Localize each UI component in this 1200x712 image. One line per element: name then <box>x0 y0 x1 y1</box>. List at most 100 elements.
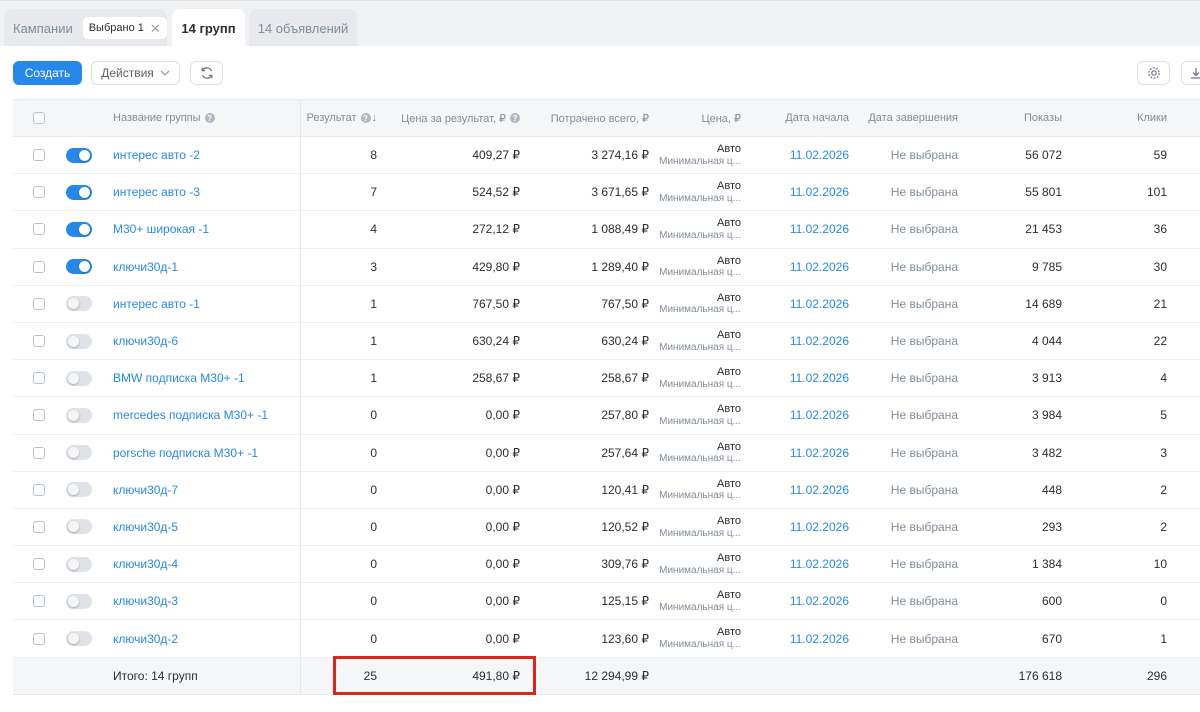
group-status-toggle[interactable] <box>66 407 92 423</box>
end-date-value[interactable]: Не выбрана <box>861 435 958 471</box>
bid-strategy-cell[interactable]: Авто Минимальная ц... <box>655 472 741 508</box>
row-checkbox[interactable] <box>33 409 45 422</box>
start-date-link[interactable]: 11.02.2026 <box>753 583 849 619</box>
end-date-value[interactable]: Не выбрана <box>861 397 958 433</box>
tab-ads[interactable]: 14 объявлений <box>249 9 357 47</box>
table-row[interactable]: BMW подписка М30+ -1 1 258,67 ₽ 258,67 ₽ Авт… <box>13 360 1200 398</box>
group-name-link[interactable]: М30+ широкая -1 <box>113 211 293 247</box>
bid-strategy-cell[interactable]: Авто Минимальная ц... <box>655 435 741 471</box>
download-button[interactable] <box>1181 61 1200 85</box>
start-date-link[interactable]: 11.02.2026 <box>753 249 849 285</box>
end-date-value[interactable]: Не выбрана <box>861 360 958 396</box>
sort-arrow-icon[interactable]: ↓ <box>372 112 378 124</box>
group-status-toggle[interactable] <box>66 333 92 349</box>
row-checkbox[interactable] <box>33 335 45 348</box>
group-name-link[interactable]: ключи30д-6 <box>113 323 293 359</box>
group-status-toggle[interactable] <box>66 184 92 200</box>
end-date-value[interactable]: Не выбрана <box>861 472 958 508</box>
table-row[interactable]: М30+ широкая -1 4 272,12 ₽ 1 088,49 ₽ Авто Ми… <box>13 211 1200 249</box>
end-date-value[interactable]: Не выбрана <box>861 323 958 359</box>
group-name-link[interactable]: интерес авто -2 <box>113 137 293 173</box>
bid-strategy-cell[interactable]: Авто Минимальная ц... <box>655 583 741 619</box>
row-checkbox[interactable] <box>33 483 45 496</box>
row-checkbox[interactable] <box>33 372 45 385</box>
group-status-toggle[interactable] <box>66 519 92 535</box>
end-date-value[interactable]: Не выбрана <box>861 620 958 656</box>
start-date-link[interactable]: 11.02.2026 <box>753 360 849 396</box>
row-checkbox[interactable] <box>33 260 45 273</box>
table-row[interactable]: ключи30д-2 0 0,00 ₽ 123,60 ₽ Авто Минимальная… <box>13 620 1200 658</box>
group-status-toggle[interactable] <box>66 482 92 498</box>
group-status-toggle[interactable] <box>66 445 92 461</box>
start-date-link[interactable]: 11.02.2026 <box>753 509 849 545</box>
bid-strategy-cell[interactable]: Авто Минимальная ц... <box>655 174 741 210</box>
bid-strategy-cell[interactable]: Авто Минимальная ц... <box>655 211 741 247</box>
row-checkbox[interactable] <box>33 558 45 571</box>
bid-strategy-cell[interactable]: Авто Минимальная ц... <box>655 286 741 322</box>
group-status-toggle[interactable] <box>66 221 92 237</box>
row-checkbox[interactable] <box>33 297 45 310</box>
row-checkbox[interactable] <box>33 520 45 533</box>
start-date-link[interactable]: 11.02.2026 <box>753 323 849 359</box>
start-date-link[interactable]: 11.02.2026 <box>753 137 849 173</box>
help-icon[interactable]: ? <box>510 113 520 123</box>
table-row[interactable]: porsche подписка М30+ -1 0 0,00 ₽ 257,64 ₽ А… <box>13 434 1200 472</box>
table-row[interactable]: ключи30д-5 0 0,00 ₽ 120,52 ₽ Авто Минимальная… <box>13 508 1200 547</box>
header-name[interactable]: Название группы ? <box>113 100 293 136</box>
table-row[interactable]: ключи30д-7 0 0,00 ₽ 120,41 ₽ Авто Минимальная… <box>13 471 1200 509</box>
header-spent[interactable]: Потрачено всего, ₽ <box>533 100 649 136</box>
header-cpa[interactable]: Цена, ₽ <box>655 100 741 136</box>
row-checkbox[interactable] <box>33 186 45 199</box>
header-price[interactable]: Цена за результат, ₽ ? <box>393 100 520 136</box>
group-name-link[interactable]: BMW подписка М30+ -1 <box>113 360 293 396</box>
close-icon[interactable]: ✕ <box>150 22 161 35</box>
start-date-link[interactable]: 11.02.2026 <box>753 620 849 656</box>
group-name-link[interactable]: ключи30д-1 <box>113 249 293 285</box>
group-name-link[interactable]: интерес авто -1 <box>113 286 293 322</box>
row-checkbox[interactable] <box>33 632 45 645</box>
group-name-link[interactable]: ключи30д-5 <box>113 509 293 545</box>
end-date-value[interactable]: Не выбрана <box>861 211 958 247</box>
bid-strategy-cell[interactable]: Авто Минимальная ц... <box>655 546 741 582</box>
table-row[interactable]: ключи30д-1 3 429,80 ₽ 1 289,40 ₽ Авто Минимал… <box>13 248 1200 286</box>
header-end[interactable]: Дата завершения <box>861 100 958 136</box>
row-checkbox[interactable] <box>33 223 45 236</box>
header-start[interactable]: Дата начала <box>753 100 849 136</box>
table-row[interactable]: ключи30д-6 1 630,24 ₽ 630,24 ₽ Авто Минимальн… <box>13 322 1200 361</box>
header-result[interactable]: Результат ? ↓ <box>303 100 377 136</box>
group-status-toggle[interactable] <box>66 631 92 647</box>
table-row[interactable]: интерес авто -2 8 409,27 ₽ 3 274,16 ₽ Авто Ми… <box>13 137 1200 175</box>
group-name-link[interactable]: ключи30д-4 <box>113 546 293 582</box>
help-icon[interactable]: ? <box>204 113 215 123</box>
table-row[interactable]: mercedes подписка М30+ -1 0 0,00 ₽ 257,80 ₽… <box>13 397 1200 435</box>
row-checkbox[interactable] <box>33 446 45 459</box>
create-button[interactable]: Создать <box>13 61 82 85</box>
header-impressions[interactable]: Показы <box>973 100 1062 136</box>
start-date-link[interactable]: 11.02.2026 <box>753 546 849 582</box>
actions-dropdown[interactable]: Действия <box>91 61 180 85</box>
select-all-checkbox[interactable] <box>33 112 45 124</box>
start-date-link[interactable]: 11.02.2026 <box>753 286 849 322</box>
row-checkbox[interactable] <box>33 595 45 608</box>
header-clicks[interactable]: Клики <box>1073 100 1167 136</box>
bid-strategy-cell[interactable]: Авто Минимальная ц... <box>655 360 741 396</box>
table-row[interactable]: интерес авто -1 1 767,50 ₽ 767,50 ₽ Авто Мини… <box>13 285 1200 323</box>
table-row[interactable]: ключи30д-3 0 0,00 ₽ 125,15 ₽ Авто Минимальная… <box>13 583 1200 621</box>
row-checkbox[interactable] <box>33 149 45 162</box>
bid-strategy-cell[interactable]: Авто Минимальная ц... <box>655 509 741 545</box>
group-name-link[interactable]: mercedes подписка М30+ -1 <box>113 397 293 433</box>
tab-campaigns[interactable]: Кампании Выбрано 1 ✕ <box>4 9 167 47</box>
start-date-link[interactable]: 11.02.2026 <box>753 397 849 433</box>
help-icon[interactable]: ? <box>360 113 371 123</box>
bid-strategy-cell[interactable]: Авто Минимальная ц... <box>655 249 741 285</box>
table-row[interactable]: ключи30д-4 0 0,00 ₽ 309,76 ₽ Авто Минимальная… <box>13 546 1200 584</box>
group-status-toggle[interactable] <box>66 147 92 163</box>
bid-strategy-cell[interactable]: Авто Минимальная ц... <box>655 397 741 433</box>
group-name-link[interactable]: porsche подписка М30+ -1 <box>113 435 293 471</box>
tab-groups[interactable]: 14 групп <box>172 9 245 47</box>
group-name-link[interactable]: ключи30д-7 <box>113 472 293 508</box>
group-name-link[interactable]: ключи30д-3 <box>113 583 293 619</box>
end-date-value[interactable]: Не выбрана <box>861 249 958 285</box>
end-date-value[interactable]: Не выбрана <box>861 286 958 322</box>
bid-strategy-cell[interactable]: Авто Минимальная ц... <box>655 323 741 359</box>
